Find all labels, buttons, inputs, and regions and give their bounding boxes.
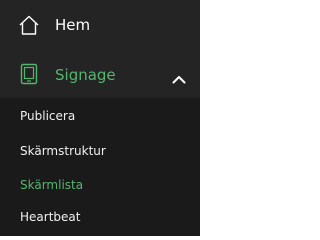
sidebar-item-home-label: Hem <box>55 16 91 34</box>
sidebar-item-signage-label: Signage <box>55 66 116 84</box>
page: Hem Signage Publicera Skärmstruktur Skär… <box>0 0 247 236</box>
sidebar-item-publicera[interactable]: Publicera <box>20 109 75 123</box>
sidebar-item-skarmlista[interactable]: Skärmlista <box>20 178 83 192</box>
sidebar: Hem Signage Publicera Skärmstruktur Skär… <box>0 0 200 236</box>
sidebar-item-heartbeat[interactable]: Heartbeat <box>20 210 80 224</box>
chevron-up-icon[interactable] <box>172 69 186 84</box>
signage-submenu: Publicera Skärmstruktur Skärmlista Heart… <box>0 98 200 236</box>
home-icon <box>18 14 40 36</box>
sidebar-item-skarmstruktur[interactable]: Skärmstruktur <box>20 144 106 158</box>
sidebar-item-signage[interactable]: Signage <box>0 52 200 98</box>
sidebar-item-home[interactable]: Hem <box>0 0 200 52</box>
tablet-icon <box>18 63 40 85</box>
